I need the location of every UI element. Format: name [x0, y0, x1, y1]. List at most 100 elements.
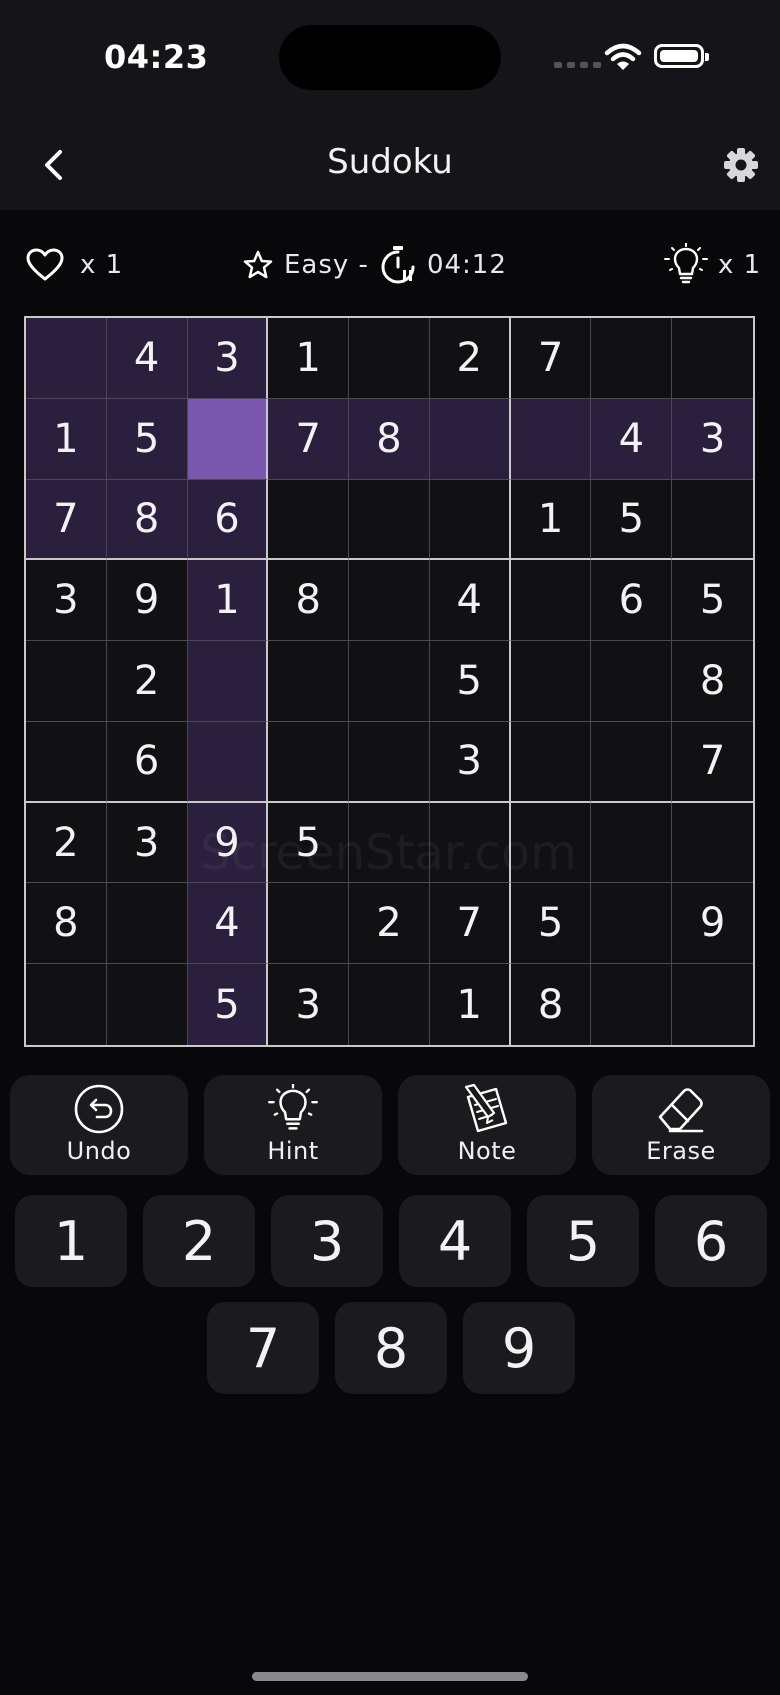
sudoku-cell-r2-c5[interactable]: 8 [349, 398, 430, 480]
sudoku-cell-r4-c1[interactable]: 3 [26, 560, 107, 642]
sudoku-cell-r3-c3[interactable]: 6 [187, 479, 269, 561]
key-7[interactable]: 7 [207, 1302, 319, 1394]
sudoku-cell-r8-c3[interactable]: 4 [187, 883, 269, 965]
sudoku-cell-r9-c1[interactable] [26, 964, 107, 1045]
difficulty-label: Easy - [284, 250, 369, 280]
sudoku-cell-r6-c4[interactable] [268, 721, 350, 803]
sudoku-cell-r8-c8[interactable] [591, 883, 673, 965]
erase-button[interactable]: Erase [592, 1075, 770, 1175]
sudoku-cell-r4-c4[interactable]: 8 [268, 560, 350, 642]
sudoku-cell-r3-c9[interactable] [672, 480, 753, 561]
key-8[interactable]: 8 [335, 1302, 447, 1394]
sudoku-cell-r1-c1[interactable] [26, 318, 107, 399]
sudoku-cell-r2-c1[interactable]: 1 [26, 398, 107, 480]
sudoku-cell-r1-c6[interactable]: 2 [429, 318, 511, 399]
sudoku-cell-r7-c5[interactable] [349, 802, 430, 884]
sudoku-cell-r1-c4[interactable]: 1 [268, 318, 350, 399]
sudoku-cell-r8-c9[interactable]: 9 [672, 883, 753, 965]
page-title: Sudoku [327, 142, 453, 182]
sudoku-cell-r6-c7[interactable] [510, 721, 592, 803]
sudoku-cell-r6-c6[interactable]: 3 [429, 721, 511, 803]
sudoku-cell-r7-c2[interactable]: 3 [106, 802, 188, 884]
settings-button[interactable] [716, 140, 766, 190]
sudoku-cell-r3-c6[interactable] [429, 479, 511, 561]
sudoku-cell-r5-c5[interactable] [349, 641, 430, 722]
undo-label: Undo [66, 1137, 132, 1165]
sudoku-cell-r5-c9[interactable]: 8 [672, 641, 753, 722]
sudoku-cell-r3-c2[interactable]: 8 [106, 479, 188, 561]
sudoku-cell-r6-c8[interactable] [591, 721, 673, 803]
sudoku-cell-r5-c6[interactable]: 5 [429, 641, 511, 722]
sudoku-cell-r8-c2[interactable] [106, 883, 188, 965]
key-2[interactable]: 2 [143, 1195, 255, 1287]
sudoku-cell-r1-c7[interactable]: 7 [510, 318, 592, 399]
sudoku-cell-r8-c1[interactable]: 8 [26, 883, 107, 965]
sudoku-cell-r9-c7[interactable]: 8 [511, 964, 592, 1045]
sudoku-cell-r2-c6[interactable] [429, 398, 511, 480]
sudoku-cell-r7-c4[interactable]: 5 [268, 802, 350, 884]
sudoku-cell-r6-c5[interactable] [349, 721, 430, 803]
key-6[interactable]: 6 [655, 1195, 767, 1287]
sudoku-cell-r8-c6[interactable]: 7 [429, 883, 511, 965]
sudoku-cell-r3-c8[interactable]: 5 [591, 479, 673, 561]
sudoku-cell-r3-c1[interactable]: 7 [26, 479, 107, 561]
sudoku-cell-r9-c3[interactable]: 5 [187, 964, 269, 1045]
sudoku-cell-r6-c9[interactable]: 7 [672, 722, 753, 803]
sudoku-cell-r7-c9[interactable] [672, 803, 753, 884]
sudoku-cell-r4-c8[interactable]: 6 [591, 560, 673, 642]
sudoku-cell-r2-c2[interactable]: 5 [106, 398, 188, 480]
key-9[interactable]: 9 [463, 1302, 575, 1394]
sudoku-cell-r1-c9[interactable] [672, 318, 753, 399]
sudoku-cell-r4-c6[interactable]: 4 [429, 560, 511, 642]
sudoku-cell-r2-c7[interactable] [510, 398, 592, 480]
key-4[interactable]: 4 [399, 1195, 511, 1287]
sudoku-cell-r3-c4[interactable] [268, 479, 350, 561]
sudoku-cell-r2-c3[interactable] [187, 398, 269, 480]
undo-button[interactable]: Undo [10, 1075, 188, 1175]
sudoku-cell-r5-c7[interactable] [510, 641, 592, 722]
hint-button[interactable]: Hint [204, 1075, 382, 1175]
sudoku-cell-r4-c5[interactable] [349, 560, 430, 642]
sudoku-cell-r1-c5[interactable] [349, 318, 430, 399]
sudoku-cell-r6-c2[interactable]: 6 [106, 721, 188, 803]
sudoku-cell-r7-c7[interactable] [510, 802, 592, 884]
key-1[interactable]: 1 [15, 1195, 127, 1287]
sudoku-cell-r4-c7[interactable] [510, 560, 592, 642]
sudoku-cell-r6-c1[interactable] [26, 721, 107, 803]
sudoku-cell-r5-c3[interactable] [187, 641, 269, 722]
sudoku-cell-r1-c2[interactable]: 4 [106, 318, 188, 399]
sudoku-cell-r5-c8[interactable] [591, 641, 673, 722]
sudoku-cell-r3-c5[interactable] [349, 479, 430, 561]
sudoku-cell-r3-c7[interactable]: 1 [510, 479, 592, 561]
sudoku-cell-r9-c9[interactable] [672, 964, 753, 1045]
sudoku-cell-r4-c2[interactable]: 9 [106, 560, 188, 642]
sudoku-cell-r5-c1[interactable] [26, 641, 107, 722]
sudoku-cell-r4-c9[interactable]: 5 [672, 560, 753, 642]
sudoku-cell-r9-c8[interactable] [591, 964, 673, 1045]
eraser-icon [658, 1088, 704, 1133]
sudoku-cell-r9-c5[interactable] [349, 964, 430, 1045]
sudoku-cell-r6-c3[interactable] [187, 721, 269, 803]
sudoku-cell-r5-c2[interactable]: 2 [106, 641, 188, 722]
sudoku-cell-r2-c8[interactable]: 4 [591, 398, 673, 480]
sudoku-cell-r7-c6[interactable] [429, 802, 511, 884]
sudoku-cell-r9-c6[interactable]: 1 [430, 964, 511, 1045]
sudoku-cell-r9-c4[interactable]: 3 [268, 964, 350, 1045]
sudoku-cell-r9-c2[interactable] [107, 964, 188, 1045]
sudoku-cell-r2-c9[interactable]: 3 [672, 398, 753, 480]
sudoku-cell-r8-c4[interactable] [268, 883, 350, 965]
sudoku-cell-r2-c4[interactable]: 7 [268, 398, 350, 480]
sudoku-cell-r7-c3[interactable]: 9 [187, 802, 269, 884]
sudoku-cell-r7-c8[interactable] [591, 802, 673, 884]
note-button[interactable]: Note [398, 1075, 576, 1175]
key-5[interactable]: 5 [527, 1195, 639, 1287]
sudoku-cell-r8-c5[interactable]: 2 [349, 883, 430, 965]
sudoku-cell-r1-c3[interactable]: 3 [187, 318, 269, 399]
key-3[interactable]: 3 [271, 1195, 383, 1287]
sudoku-cell-r7-c1[interactable]: 2 [26, 802, 107, 884]
sudoku-cell-r4-c3[interactable]: 1 [187, 560, 269, 642]
sudoku-cell-r1-c8[interactable] [591, 318, 673, 399]
sudoku-cell-r8-c7[interactable]: 5 [510, 883, 592, 965]
sudoku-cell-r5-c4[interactable] [268, 641, 350, 722]
difficulty-timer: Easy - 04:12 [242, 240, 507, 290]
